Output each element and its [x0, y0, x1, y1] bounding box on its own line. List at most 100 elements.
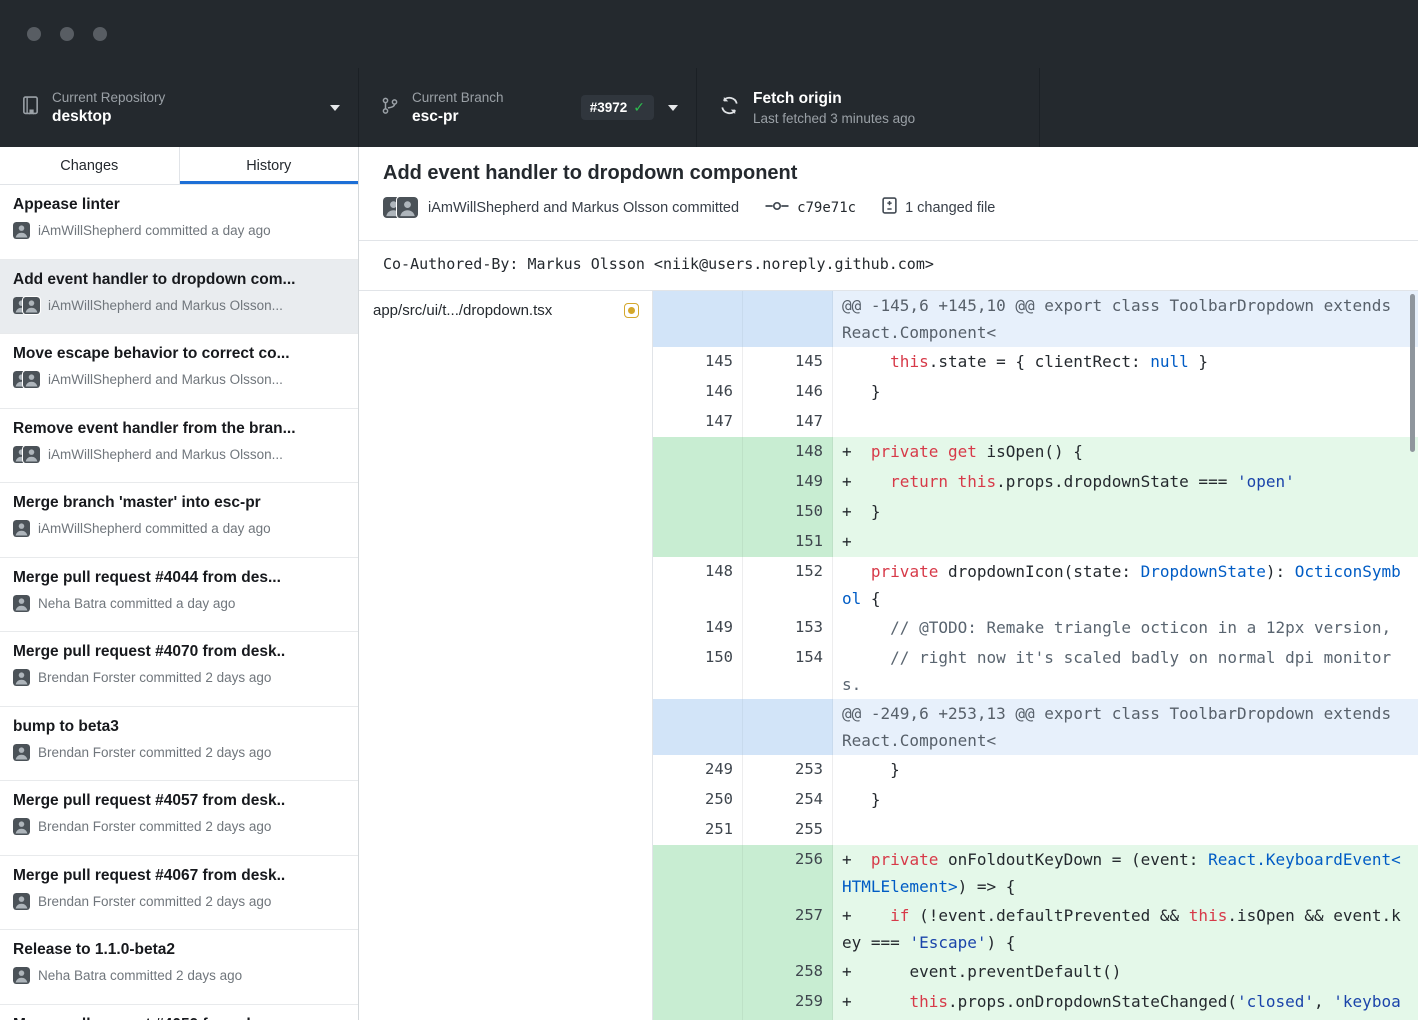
commit-list-item[interactable]: Remove event handler from the bran... iAm… [0, 409, 358, 484]
diff-file-icon [882, 197, 897, 218]
diff-line: 257+ if (!event.defaultPrevented && this… [653, 901, 1418, 957]
new-line-number: 145 [743, 347, 833, 377]
old-line-number: 251 [653, 815, 743, 845]
minimize-button[interactable] [60, 27, 74, 41]
diff-line: 249253 } [653, 755, 1418, 785]
commit-list-item[interactable]: Merge branch 'master' into esc-priAmWill… [0, 483, 358, 558]
old-line-gutter [653, 291, 743, 347]
commit-meta-text: iAmWillShepherd and Markus Olsson... [48, 447, 283, 462]
diff-code: + event.preventDefault() [833, 957, 1418, 987]
avatar [13, 595, 30, 612]
new-line-number: 147 [743, 407, 833, 437]
old-line-number: 249 [653, 755, 743, 785]
avatar-stack [13, 669, 30, 686]
old-line-number [653, 467, 743, 497]
old-line-number: 145 [653, 347, 743, 377]
branch-dropdown-button[interactable]: Current Branch esc-pr #3972 ✓ [359, 68, 697, 147]
tab-changes[interactable]: Changes [0, 147, 179, 184]
diff-code: + private get isOpen() { [833, 437, 1418, 467]
diff-code: + this.props.onDropdownStateChanged('clo… [833, 987, 1418, 1020]
pr-number-badge[interactable]: #3972 ✓ [581, 95, 654, 120]
commit-meta-text: iAmWillShepherd and Markus Olsson... [48, 372, 283, 387]
diff-line: 150154 // right now it's scaled badly on… [653, 643, 1418, 699]
commit-meta: iAmWillShepherd and Markus Olsson... [13, 446, 345, 463]
new-line-number: 149 [743, 467, 833, 497]
new-line-number: 257 [743, 901, 833, 957]
avatar-stack [13, 893, 30, 910]
diff-code: + [833, 527, 1418, 557]
diff-line: 148+ private get isOpen() { [653, 437, 1418, 467]
diff-line: 148152 private dropdownIcon(state: Dropd… [653, 557, 1418, 613]
diff-line: 145145 this.state = { clientRect: null } [653, 347, 1418, 377]
old-line-number: 250 [653, 785, 743, 815]
commit-list-item[interactable]: Merge pull request #4059 from des...Neha… [0, 1005, 358, 1020]
modified-status-icon [624, 303, 639, 318]
branch-label: Current Branch [412, 90, 504, 105]
commit-list-item[interactable]: Merge pull request #4057 from desk.. Bren… [0, 781, 358, 856]
avatar-stack [13, 520, 30, 537]
repository-dropdown-button[interactable]: Current Repository desktop [0, 68, 359, 147]
avatar-stack [13, 297, 40, 314]
toolbar: Current Repository desktop Current Branc… [0, 68, 1418, 147]
new-line-gutter [743, 699, 833, 755]
zoom-button[interactable] [93, 27, 107, 41]
fetch-origin-button[interactable]: Fetch origin Last fetched 3 minutes ago [697, 68, 1040, 147]
commit-list-item[interactable]: Merge pull request #4070 from desk..Bren… [0, 632, 358, 707]
commit-list-item[interactable]: Appease linteriAmWillShepherd committed … [0, 185, 358, 260]
old-line-number [653, 437, 743, 467]
avatar [13, 222, 30, 239]
file-path: app/src/ui/t.../dropdown.tsx [373, 302, 552, 319]
commit-meta: Brendan Forster committed 2 days ago [13, 893, 345, 910]
commit-title: Add event handler to dropdown com... [13, 271, 345, 289]
diff-area: app/src/ui/t.../dropdown.tsx @@ -145,6 +… [359, 290, 1418, 1020]
new-line-number: 253 [743, 755, 833, 785]
file-list-item[interactable]: app/src/ui/t.../dropdown.tsx [359, 291, 652, 329]
commit-list-item[interactable]: Move escape behavior to correct co...iAm… [0, 334, 358, 409]
old-line-number [653, 901, 743, 957]
tab-history[interactable]: History [179, 147, 359, 184]
new-line-number: 152 [743, 557, 833, 613]
diff-hunk-header: @@ -249,6 +253,13 @@ export class Toolba… [653, 699, 1418, 755]
fetch-subtitle: Last fetched 3 minutes ago [753, 111, 915, 126]
commit-title: Merge pull request #4057 from desk.. [13, 792, 345, 810]
diff-scrollbar-thumb[interactable] [1410, 294, 1415, 452]
commit-list-item[interactable]: bump to beta3Brendan Forster committed 2… [0, 707, 358, 782]
commit-list-item[interactable]: Release to 1.1.0-beta2Neha Batra committ… [0, 930, 358, 1005]
commit-icon [765, 200, 789, 216]
new-line-number: 258 [743, 957, 833, 987]
new-line-gutter [743, 291, 833, 347]
diff-code: this.state = { clientRect: null } [833, 347, 1418, 377]
diff-view: @@ -145,6 +145,10 @@ export class Toolba… [653, 291, 1418, 1020]
sync-icon [719, 95, 740, 121]
commit-title: Remove event handler from the bran... [13, 420, 345, 438]
diff-code: } [833, 755, 1418, 785]
avatar [13, 669, 30, 686]
commit-meta-text: Brendan Forster committed 2 days ago [38, 670, 271, 685]
old-line-number: 147 [653, 407, 743, 437]
main-panel: Add event handler to dropdown component … [359, 147, 1418, 1020]
diff-code: + return this.props.dropdownState === 'o… [833, 467, 1418, 497]
commit-list-item[interactable]: Merge pull request #4067 from desk..Bren… [0, 856, 358, 931]
old-line-number: 148 [653, 557, 743, 613]
avatar [13, 893, 30, 910]
old-line-number [653, 497, 743, 527]
diff-line: 151+ [653, 527, 1418, 557]
repository-label: Current Repository [52, 90, 165, 105]
commit-meta-text: Brendan Forster committed 2 days ago [38, 745, 271, 760]
new-line-number: 254 [743, 785, 833, 815]
diff-code [833, 407, 1418, 437]
old-line-number [653, 527, 743, 557]
titlebar [0, 0, 1418, 68]
commit-meta-text: Brendan Forster committed 2 days ago [38, 819, 271, 834]
close-button[interactable] [27, 27, 41, 41]
diff-code [833, 815, 1418, 845]
avatar-stack [13, 446, 40, 463]
commit-list-item[interactable]: Merge pull request #4044 from des...Neha… [0, 558, 358, 633]
diff-code: // right now it's scaled badly on normal… [833, 643, 1418, 699]
commit-meta-text: iAmWillShepherd committed a day ago [38, 521, 271, 536]
old-line-number [653, 957, 743, 987]
commit-list-item[interactable]: Add event handler to dropdown com...iAmW… [0, 260, 358, 335]
branch-name: esc-pr [412, 108, 504, 126]
commit-list: Appease linteriAmWillShepherd committed … [0, 185, 358, 1020]
avatar [13, 818, 30, 835]
